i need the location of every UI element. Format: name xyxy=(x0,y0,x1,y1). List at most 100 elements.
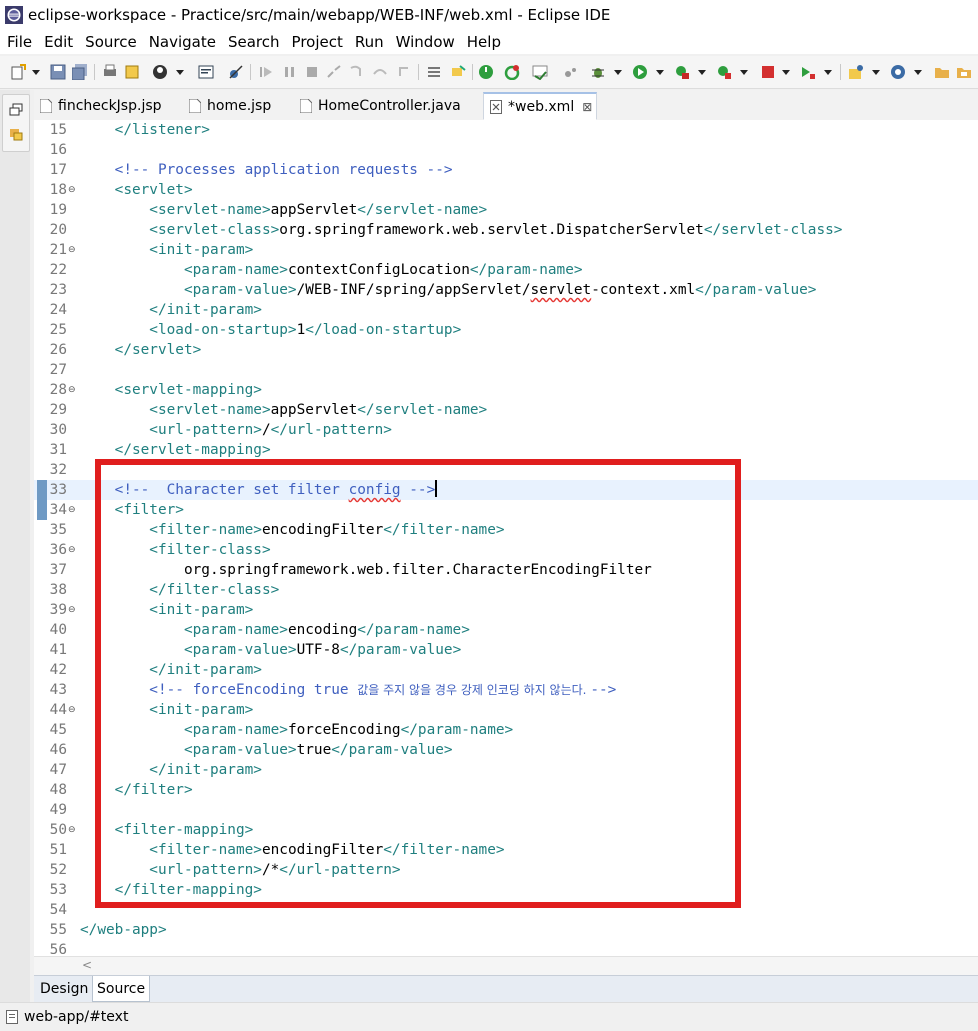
code-line[interactable]: 52 <url-pattern>/*</url-pattern> xyxy=(34,860,978,880)
fold-toggle-icon[interactable]: ⊖ xyxy=(68,240,76,260)
fold-toggle-icon[interactable]: ⊖ xyxy=(68,380,76,400)
new-project-icon[interactable] xyxy=(848,64,864,80)
tab-fincheckjsp[interactable]: fincheckJsp.jsp xyxy=(40,92,180,120)
launch-dropdown-icon[interactable] xyxy=(824,70,832,75)
tab-design[interactable]: Design xyxy=(36,976,92,1002)
code-line[interactable]: 40 <param-name>encoding</param-name> xyxy=(34,620,978,640)
save-icon[interactable] xyxy=(50,64,66,80)
open-folder-icon[interactable] xyxy=(934,64,950,80)
fold-toggle-icon[interactable]: ⊖ xyxy=(68,500,76,520)
open-resource-icon[interactable] xyxy=(956,64,972,80)
profile-dropdown-icon[interactable] xyxy=(176,70,184,75)
code-line[interactable]: 39 ⊖ <init-param> xyxy=(34,600,978,620)
stop-icon[interactable] xyxy=(760,64,776,80)
restore-icon[interactable] xyxy=(9,103,23,117)
spring-icon[interactable] xyxy=(890,64,906,80)
step-return-icon[interactable] xyxy=(396,64,412,80)
close-tab-icon[interactable]: ⊠ xyxy=(582,100,592,114)
tab-web-xml[interactable]: *web.xml ⊠ xyxy=(483,92,597,120)
save-all-icon[interactable] xyxy=(72,64,88,80)
code-line[interactable]: 21 ⊖ <init-param> xyxy=(34,240,978,260)
code-line[interactable]: 51 <filter-name>encodingFilter</filter-n… xyxy=(34,840,978,860)
horizontal-scrollbar[interactable]: < xyxy=(34,956,978,975)
package-explorer-icon[interactable] xyxy=(9,127,23,141)
code-line[interactable]: 38 </filter-class> xyxy=(34,580,978,600)
new-dropdown-icon[interactable] xyxy=(32,70,40,75)
code-line[interactable]: 30 <url-pattern>/</url-pattern> xyxy=(34,420,978,440)
tab-source[interactable]: Source xyxy=(92,976,151,1002)
coverage-icon[interactable] xyxy=(674,64,690,80)
run-icon[interactable] xyxy=(632,64,648,80)
stop-dropdown-icon[interactable] xyxy=(782,70,790,75)
tab-home-jsp[interactable]: home.jsp xyxy=(189,92,304,120)
code-line[interactable]: 24 </init-param> xyxy=(34,300,978,320)
menu-search[interactable]: Search xyxy=(222,30,286,54)
code-line[interactable]: 53 </filter-mapping> xyxy=(34,880,978,900)
code-line[interactable]: 18 ⊖ <servlet> xyxy=(34,180,978,200)
drop-to-frame-icon[interactable] xyxy=(450,64,466,80)
code-line[interactable]: 19 <servlet-name>appServlet</servlet-nam… xyxy=(34,200,978,220)
tab-homecontroller-java[interactable]: HomeController.java xyxy=(300,92,478,120)
code-line[interactable]: 47 </init-param> xyxy=(34,760,978,780)
code-line[interactable]: 37 org.springframework.web.filter.Charac… xyxy=(34,560,978,580)
code-line[interactable]: 20 <servlet-class>org.springframework.we… xyxy=(34,220,978,240)
fold-toggle-icon[interactable]: ⊖ xyxy=(68,540,76,560)
external-tools-icon[interactable] xyxy=(716,64,732,80)
launch-icon[interactable] xyxy=(800,64,816,80)
code-line[interactable]: 48 </filter> xyxy=(34,780,978,800)
code-line[interactable]: 28 ⊖ <servlet-mapping> xyxy=(34,380,978,400)
code-line[interactable]: 55 </web-app> xyxy=(34,920,978,940)
menu-file[interactable]: File xyxy=(0,30,38,54)
code-line[interactable]: 16 xyxy=(34,140,978,160)
disconnect-icon[interactable] xyxy=(326,64,342,80)
open-type-icon[interactable] xyxy=(124,64,140,80)
code-line[interactable]: 29 <servlet-name>appServlet</servlet-nam… xyxy=(34,400,978,420)
code-line[interactable]: 31 </servlet-mapping> xyxy=(34,440,978,460)
print-icon[interactable] xyxy=(102,64,118,80)
fold-toggle-icon[interactable]: ⊖ xyxy=(68,180,76,200)
code-line[interactable]: 32 xyxy=(34,460,978,480)
debug-icon[interactable] xyxy=(590,64,606,80)
menu-source[interactable]: Source xyxy=(79,30,143,54)
code-line[interactable]: 35 <filter-name>encodingFilter</filter-n… xyxy=(34,520,978,540)
code-line[interactable]: 25 <load-on-startup>1</load-on-startup> xyxy=(34,320,978,340)
code-line[interactable]: 43 <!-- forceEncoding true 값을 주지 않을 경우 강… xyxy=(34,680,978,700)
fold-toggle-icon[interactable]: ⊖ xyxy=(68,700,76,720)
tools-icon[interactable] xyxy=(562,64,578,80)
refresh-server-icon[interactable] xyxy=(504,64,520,80)
code-line[interactable]: 27 xyxy=(34,360,978,380)
fold-toggle-icon[interactable]: ⊖ xyxy=(68,600,76,620)
code-line[interactable]: 23 <param-value>/WEB-INF/spring/appServl… xyxy=(34,280,978,300)
resume-icon[interactable] xyxy=(258,64,274,80)
scroll-left-arrow-icon[interactable]: < xyxy=(82,958,92,972)
menu-navigate[interactable]: Navigate xyxy=(143,30,222,54)
code-line[interactable]: 44 ⊖ <init-param> xyxy=(34,700,978,720)
step-over-icon[interactable] xyxy=(372,64,388,80)
menu-edit[interactable]: Edit xyxy=(38,30,79,54)
menu-run[interactable]: Run xyxy=(349,30,390,54)
external-tools-dropdown-icon[interactable] xyxy=(740,70,748,75)
code-line[interactable]: 26 </servlet> xyxy=(34,340,978,360)
code-line[interactable]: 34 ⊖ <filter> xyxy=(34,500,978,520)
profile-icon[interactable] xyxy=(152,64,168,80)
coverage-dropdown-icon[interactable] xyxy=(698,70,706,75)
code-line[interactable]: 22 <param-name>contextConfigLocation</pa… xyxy=(34,260,978,280)
code-line[interactable]: 42 </init-param> xyxy=(34,660,978,680)
fold-toggle-icon[interactable]: ⊖ xyxy=(68,820,76,840)
terminate-icon[interactable] xyxy=(304,64,320,80)
open-task-icon[interactable] xyxy=(426,64,442,80)
step-into-icon[interactable] xyxy=(348,64,364,80)
new-wizard-icon[interactable] xyxy=(10,64,26,80)
code-line[interactable]: 56 xyxy=(34,940,978,956)
code-line[interactable]: 33 <!-- Character set filter config --> xyxy=(34,480,978,500)
new-project-dropdown-icon[interactable] xyxy=(872,70,880,75)
menu-help[interactable]: Help xyxy=(461,30,507,54)
menu-project[interactable]: Project xyxy=(286,30,349,54)
server-start-icon[interactable] xyxy=(478,64,494,80)
code-line[interactable]: 54 xyxy=(34,900,978,920)
source-editor[interactable]: 15 </listener> 16 17 <!-- Processes applic… xyxy=(34,120,978,956)
skip-breakpoints-icon[interactable] xyxy=(228,64,244,80)
menu-window[interactable]: Window xyxy=(390,30,461,54)
code-line[interactable]: 36 ⊖ <filter-class> xyxy=(34,540,978,560)
code-line[interactable]: 45 <param-name>forceEncoding</param-name… xyxy=(34,720,978,740)
